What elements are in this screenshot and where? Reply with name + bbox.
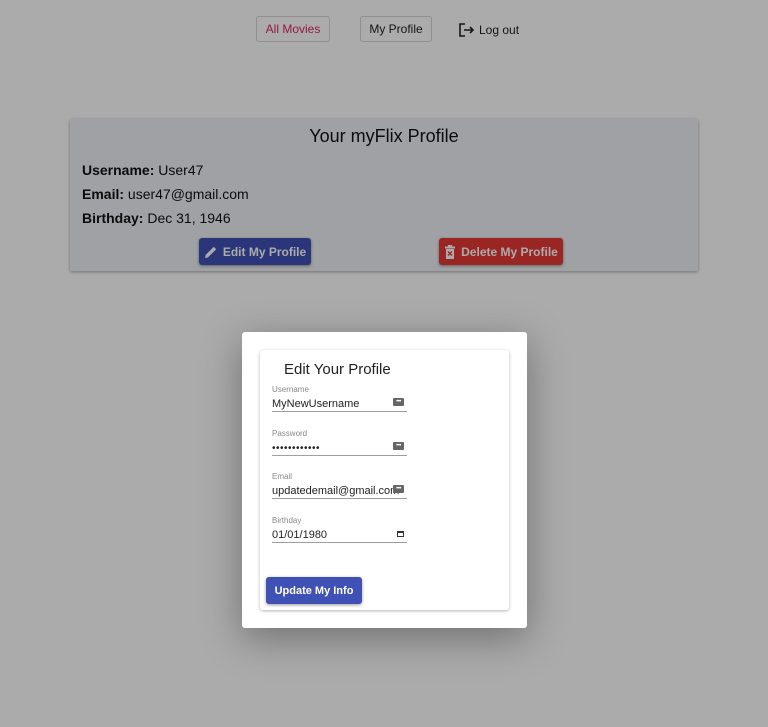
password-input-value: •••••••••••• bbox=[272, 443, 321, 454]
email-field: Email updatedemail@gmail.com ••• bbox=[272, 472, 407, 499]
birthday-input-value: 01/01/1980 bbox=[272, 529, 328, 541]
edit-profile-form-card: Edit Your Profile Username MyNewUsername… bbox=[260, 350, 509, 610]
edit-profile-title: Edit Your Profile bbox=[284, 361, 391, 378]
birthday-field-label: Birthday bbox=[272, 516, 302, 525]
password-field: Password •••••••••••• ••• bbox=[272, 429, 407, 456]
app-root: All Movies My Profile Log out Your myFli… bbox=[0, 0, 768, 727]
password-manager-icon[interactable]: ••• bbox=[393, 398, 404, 406]
username-input-value: MyNewUsername bbox=[272, 398, 360, 410]
birthday-field: Birthday 01/01/1980 bbox=[272, 516, 407, 543]
email-field-label: Email bbox=[272, 472, 293, 481]
password-field-label: Password bbox=[272, 429, 308, 438]
password-input[interactable]: •••••••••••• ••• bbox=[272, 439, 407, 456]
password-manager-icon[interactable]: ••• bbox=[393, 485, 404, 493]
username-field: Username MyNewUsername ••• bbox=[272, 385, 407, 412]
calendar-icon[interactable] bbox=[397, 531, 404, 537]
password-manager-icon[interactable]: ••• bbox=[393, 442, 404, 450]
username-input[interactable]: MyNewUsername ••• bbox=[272, 395, 407, 412]
update-info-button[interactable]: Update My Info bbox=[266, 577, 362, 604]
username-field-label: Username bbox=[272, 385, 309, 394]
edit-profile-dialog: Edit Your Profile Username MyNewUsername… bbox=[242, 332, 527, 628]
birthday-input[interactable]: 01/01/1980 bbox=[272, 526, 407, 543]
email-input[interactable]: updatedemail@gmail.com ••• bbox=[272, 482, 407, 499]
email-input-value: updatedemail@gmail.com bbox=[272, 485, 400, 497]
